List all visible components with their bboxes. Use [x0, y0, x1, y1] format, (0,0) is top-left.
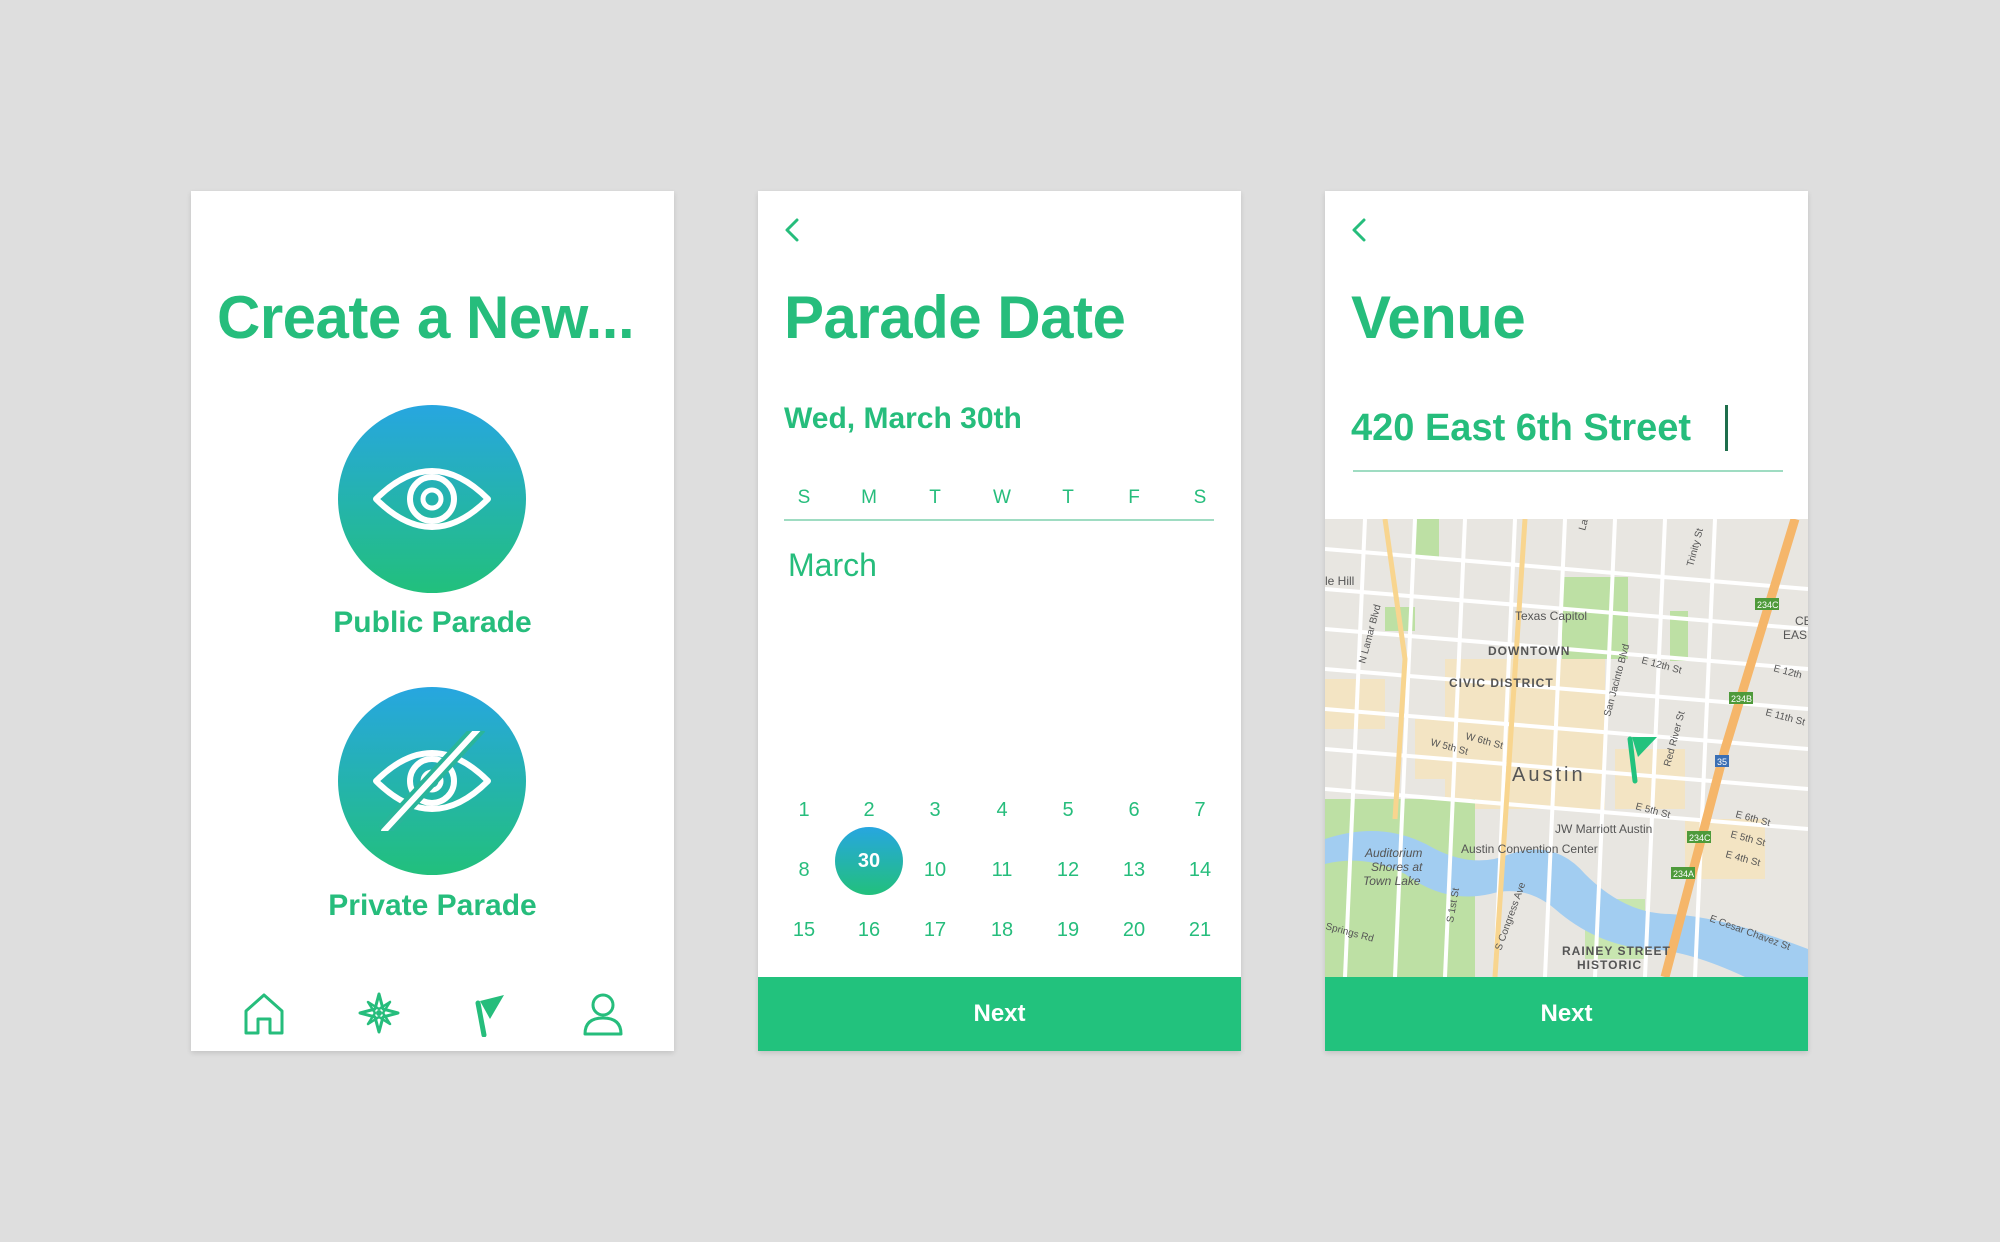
calendar-day[interactable]: 1 — [784, 799, 824, 822]
weekday-label: F — [1128, 487, 1140, 508]
nav-parades[interactable] — [470, 991, 514, 1038]
eye-slash-icon — [373, 731, 491, 831]
calendar-day[interactable]: 2 — [849, 799, 889, 822]
calendar-day[interactable]: 11 — [982, 859, 1022, 882]
calendar-day[interactable]: 13 — [1114, 859, 1154, 882]
calendar-day[interactable]: 17 — [915, 919, 955, 942]
weekday-label: M — [861, 487, 877, 508]
calendar-day[interactable]: 15 — [784, 919, 824, 942]
calendar-day[interactable]: 19 — [1048, 919, 1088, 942]
shield-label: 234B — [1731, 694, 1752, 704]
next-button[interactable]: Next — [1325, 977, 1808, 1051]
weekday-label: S — [797, 487, 811, 508]
weekday-label: W — [993, 487, 1011, 508]
calendar-day[interactable]: 16 — [849, 919, 889, 942]
calendar-day[interactable]: 5 — [1048, 799, 1088, 822]
venue-map[interactable]: le Hill Texas Capitol DOWNTOWN CIVIC DIS… — [1325, 519, 1808, 977]
shield-label: 234C — [1757, 600, 1779, 610]
calendar-day[interactable]: 20 — [1114, 919, 1154, 942]
home-icon — [244, 993, 284, 1035]
map-label: JW Marriott Austin — [1555, 822, 1652, 836]
next-button[interactable]: Next — [758, 977, 1241, 1051]
user-icon — [583, 993, 623, 1036]
map-label: RAINEY STREET — [1562, 944, 1671, 958]
private-parade-label: Private Parade — [328, 889, 537, 922]
page-title: Venue — [1351, 284, 1526, 351]
weekday-divider — [784, 519, 1214, 521]
create-new-screen: Create a New... Public Parade Private Pa… — [191, 191, 674, 1051]
map-label: CE — [1795, 614, 1808, 628]
back-button[interactable] — [778, 211, 808, 249]
shield-label: 234A — [1673, 869, 1694, 879]
nav-profile[interactable] — [581, 991, 625, 1037]
chevron-left-icon — [1352, 218, 1366, 242]
map-label: Austin Convention Center — [1461, 842, 1598, 856]
weekday-label: S — [1193, 487, 1207, 508]
public-parade-button[interactable] — [338, 405, 526, 593]
text-caret — [1725, 405, 1728, 451]
map-label: Austin — [1512, 764, 1586, 786]
eye-icon — [373, 468, 491, 530]
parade-date-screen: Parade Date Wed, March 30th S M T W T F … — [758, 191, 1241, 1051]
map-label: CIVIC DISTRICT — [1449, 676, 1554, 690]
map-label: HISTORIC — [1577, 958, 1642, 972]
page-title: Parade Date — [784, 284, 1126, 351]
calendar-day[interactable]: 3 — [915, 799, 955, 822]
map-label: Texas Capitol — [1515, 609, 1587, 623]
month-label: March — [788, 547, 877, 583]
map-label: DOWNTOWN — [1488, 644, 1570, 658]
calendar-day[interactable]: 4 — [982, 799, 1022, 822]
weekday-label: T — [1062, 487, 1074, 508]
calendar-day[interactable]: 8 — [784, 859, 824, 882]
compass-icon — [358, 992, 400, 1034]
weekday-label: T — [929, 487, 941, 508]
private-parade-button[interactable] — [338, 687, 526, 875]
shield-label: 35 — [1717, 757, 1727, 767]
calendar-day[interactable]: 12 — [1048, 859, 1088, 882]
address-underline — [1353, 470, 1783, 472]
flag-icon — [475, 995, 504, 1038]
map-label: Town Lake — [1363, 874, 1421, 888]
calendar-day[interactable]: 7 — [1180, 799, 1220, 822]
map-label: le Hill — [1325, 574, 1354, 588]
back-button[interactable] — [1345, 211, 1375, 249]
nav-home[interactable] — [242, 991, 286, 1037]
map-label: Shores at — [1371, 860, 1423, 874]
venue-address-input[interactable] — [1351, 401, 1731, 455]
map-label: EAS — [1783, 628, 1807, 642]
chevron-left-icon — [785, 218, 799, 242]
public-parade-label: Public Parade — [333, 606, 532, 639]
page-title: Create a New... — [217, 284, 635, 351]
shield-label: 234C — [1689, 833, 1711, 843]
selected-date-summary: Wed, March 30th — [784, 402, 1022, 435]
calendar-day-selected[interactable]: 30 — [835, 827, 903, 895]
calendar-day[interactable]: 6 — [1114, 799, 1154, 822]
calendar-day[interactable]: 18 — [982, 919, 1022, 942]
nav-discover[interactable] — [357, 991, 401, 1037]
bottom-nav — [191, 991, 674, 1041]
map-label: Auditorium — [1364, 846, 1422, 860]
weekday-header: S M T W T F S — [784, 487, 1214, 519]
calendar-day[interactable]: 10 — [915, 859, 955, 882]
calendar-day[interactable]: 21 — [1180, 919, 1220, 942]
venue-screen: Venue 420 East 6th Street le Hill Texas … — [1325, 191, 1808, 1051]
calendar-day[interactable]: 14 — [1180, 859, 1220, 882]
